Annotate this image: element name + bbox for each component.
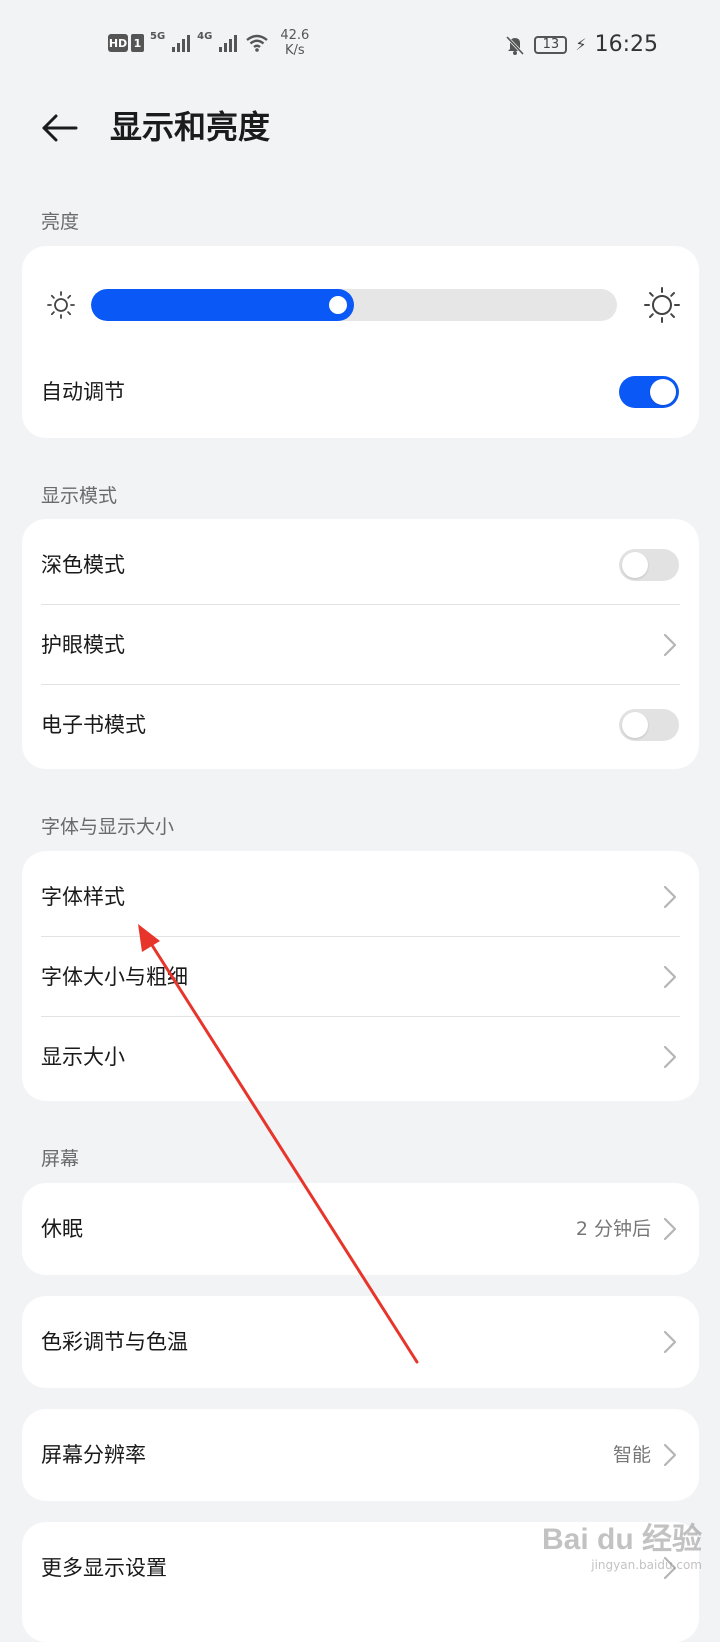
- auto-brightness-toggle[interactable]: [619, 376, 679, 408]
- font-card: 字体样式 字体大小与粗细 显示大小: [22, 851, 699, 1101]
- font-size-weight-label: 字体大小与粗细: [41, 965, 188, 989]
- eye-comfort-label: 护眼模式: [41, 633, 125, 657]
- chevron-right-icon: [663, 1330, 677, 1354]
- chevron-right-icon: [663, 885, 677, 909]
- sim-badge: 1: [131, 34, 144, 52]
- section-label-display-mode: 显示模式: [41, 485, 118, 507]
- sleep-row[interactable]: 休眠 2 分钟后: [22, 1189, 699, 1269]
- network-type-1: 5G: [150, 30, 166, 42]
- dark-mode-label: 深色模式: [41, 553, 125, 577]
- display-size-row[interactable]: 显示大小: [22, 1017, 699, 1097]
- app-header: 显示和亮度: [0, 92, 720, 172]
- status-right: 13 ⚡ 16:25: [504, 32, 658, 57]
- status-bar: HD 1 5G 4G 42.6 K/s 13 ⚡ 16:25: [0, 0, 720, 92]
- more-display-settings-label: 更多显示设置: [41, 1556, 167, 1580]
- network-type-2: 4G: [197, 30, 213, 42]
- sleep-value: 2 分钟后: [575, 1218, 651, 1240]
- color-temperature-label: 色彩调节与色温: [41, 1330, 188, 1354]
- chevron-right-icon: [663, 965, 677, 989]
- signal-icon: [219, 35, 238, 52]
- color-card: 色彩调节与色温: [22, 1296, 699, 1388]
- sleep-label: 休眠: [41, 1217, 83, 1241]
- screen-resolution-row[interactable]: 屏幕分辨率 智能: [22, 1415, 699, 1495]
- network-speed: 42.6 K/s: [280, 28, 309, 58]
- eye-comfort-row[interactable]: 护眼模式: [22, 605, 699, 685]
- section-label-font: 字体与显示大小: [41, 816, 175, 838]
- display-mode-card: 深色模式 护眼模式 电子书模式: [22, 519, 699, 769]
- toggle-knob: [622, 552, 648, 578]
- watermark-logo: Bai du 经验: [541, 1523, 702, 1556]
- brightness-high-icon: [644, 287, 680, 323]
- chevron-right-icon: [663, 1443, 677, 1467]
- watermark-url: jingyan.baidu.com: [591, 1558, 702, 1572]
- brightness-low-icon: [47, 291, 75, 319]
- ebook-mode-label: 电子书模式: [41, 713, 146, 737]
- status-left: HD 1 5G 4G 42.6 K/s: [108, 28, 309, 58]
- speed-value: 42.6: [280, 28, 310, 43]
- clock: 16:25: [594, 32, 658, 57]
- font-size-weight-row[interactable]: 字体大小与粗细: [22, 937, 699, 1017]
- speed-unit: K/s: [284, 43, 305, 58]
- font-style-row[interactable]: 字体样式: [22, 857, 699, 937]
- page-title: 显示和亮度: [110, 108, 271, 146]
- section-label-brightness: 亮度: [41, 211, 80, 233]
- screen-resolution-label: 屏幕分辨率: [41, 1443, 146, 1467]
- auto-brightness-row[interactable]: 自动调节: [22, 352, 699, 432]
- bell-muted-icon: [506, 35, 525, 55]
- dark-mode-toggle[interactable]: [619, 549, 679, 581]
- brightness-slider-fill: [91, 289, 354, 321]
- ebook-mode-toggle[interactable]: [619, 709, 679, 741]
- ebook-mode-row[interactable]: 电子书模式: [22, 685, 699, 765]
- watermark: Bai du 经验 jingyan.baidu.com: [542, 1514, 702, 1572]
- chevron-right-icon: [663, 1217, 677, 1241]
- toggle-knob: [650, 379, 676, 405]
- sleep-card: 休眠 2 分钟后: [22, 1183, 699, 1275]
- toggle-knob: [622, 712, 648, 738]
- brightness-card: 自动调节: [22, 246, 699, 438]
- hd-badge: HD: [108, 34, 128, 52]
- signal-icon: [172, 35, 191, 52]
- auto-brightness-label: 自动调节: [41, 380, 125, 404]
- chevron-right-icon: [663, 1045, 677, 1069]
- dark-mode-row[interactable]: 深色模式: [22, 525, 699, 605]
- color-temperature-row[interactable]: 色彩调节与色温: [22, 1302, 699, 1382]
- screen-resolution-value: 智能: [612, 1444, 651, 1466]
- brightness-slider[interactable]: [91, 289, 617, 321]
- charging-icon: ⚡: [575, 35, 587, 54]
- display-size-label: 显示大小: [41, 1045, 125, 1069]
- chevron-right-icon: [663, 633, 677, 657]
- brightness-slider-thumb[interactable]: [329, 296, 347, 314]
- wifi-icon: [246, 34, 269, 52]
- resolution-card: 屏幕分辨率 智能: [22, 1409, 699, 1501]
- back-arrow-icon[interactable]: [38, 106, 82, 150]
- battery-level: 13: [534, 35, 568, 54]
- font-style-label: 字体样式: [41, 885, 125, 909]
- section-label-screen: 屏幕: [41, 1148, 80, 1170]
